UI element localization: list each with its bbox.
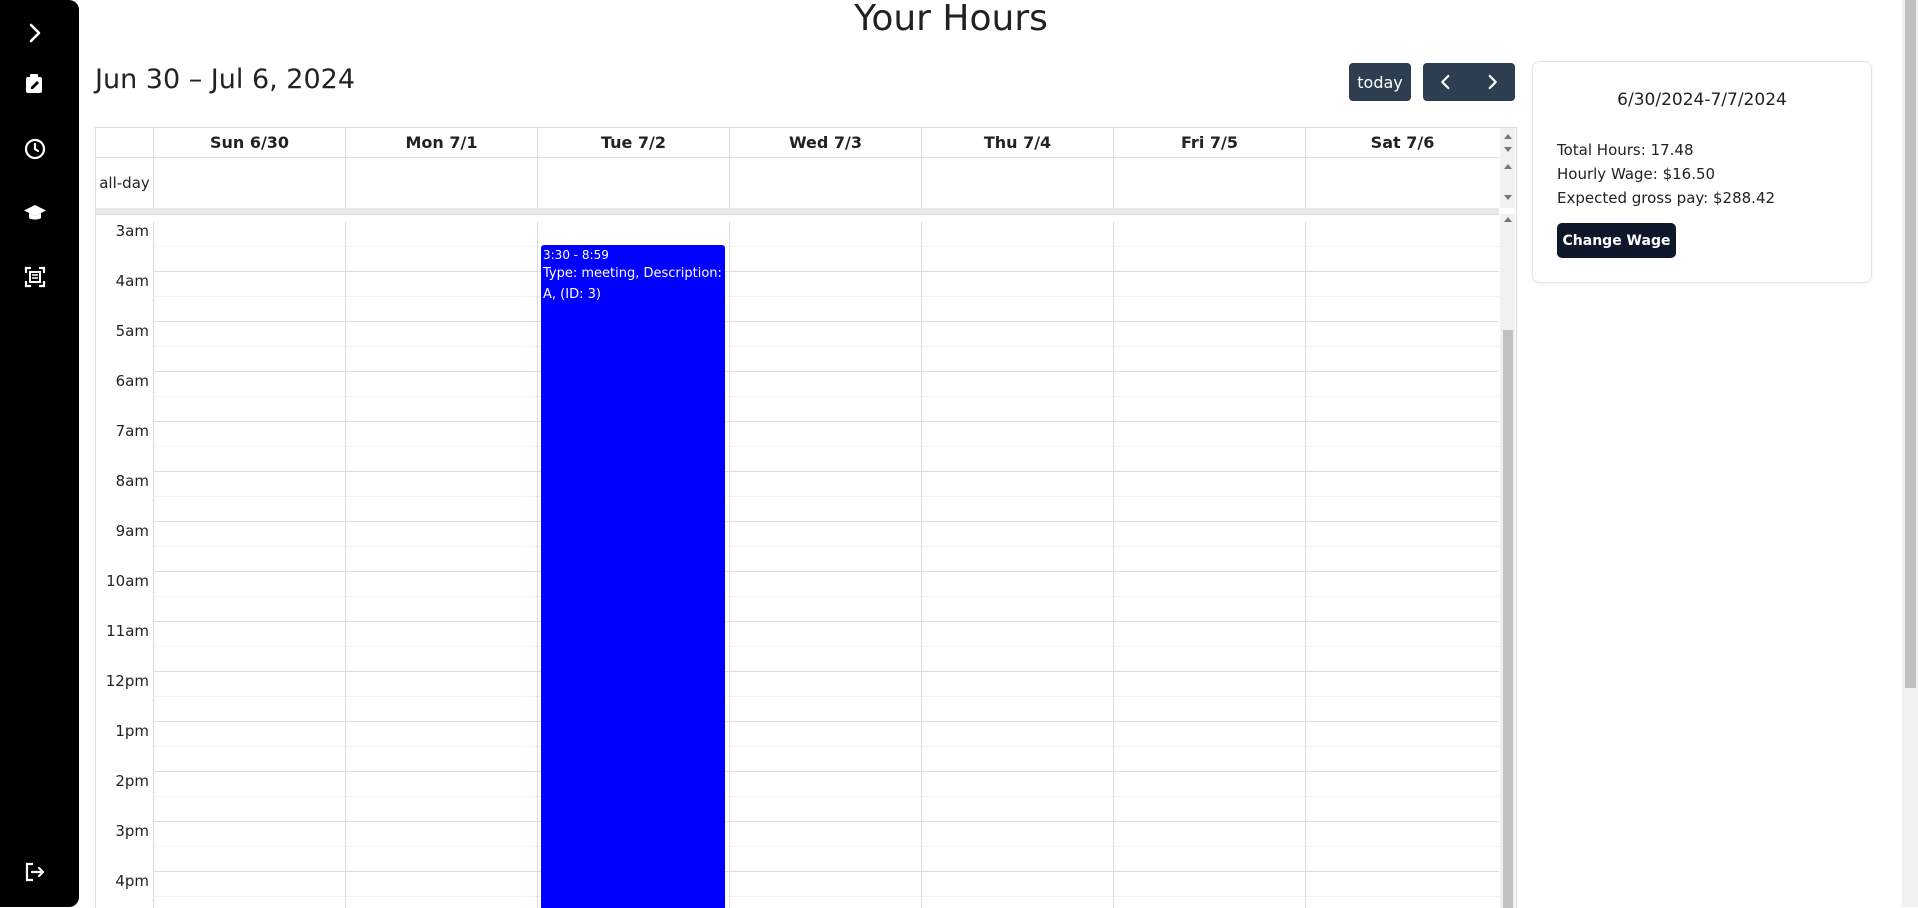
graduation-cap-icon[interactable]	[22, 200, 48, 226]
day-header: Fri 7/5	[1113, 128, 1305, 157]
next-button[interactable]	[1469, 63, 1515, 101]
grid-line	[153, 496, 1499, 497]
grid-line	[153, 646, 1499, 647]
clock-icon[interactable]	[22, 136, 48, 162]
summary-card: 6/30/2024-7/7/2024 Total Hours: 17.48 Ho…	[1532, 61, 1872, 283]
all-day-cell[interactable]	[1305, 158, 1499, 208]
scroll-up-arrow-icon[interactable]	[1504, 164, 1512, 169]
page-title-text: Your Hours	[854, 0, 1048, 39]
grid-line	[153, 421, 1499, 422]
grid-line	[153, 371, 1499, 372]
time-label: 9am	[115, 522, 149, 540]
grid-line	[153, 471, 1499, 472]
grid-line	[153, 671, 1499, 672]
grid-line	[153, 521, 1499, 522]
calendar-divider	[96, 208, 1499, 215]
edit-icon[interactable]	[22, 71, 48, 97]
time-label: 6am	[115, 372, 149, 390]
grid-line	[153, 296, 1499, 297]
scroll-down-arrow-icon[interactable]	[1504, 195, 1512, 200]
all-day-cell[interactable]	[921, 158, 1113, 208]
grid-line	[153, 271, 1499, 272]
prev-button[interactable]	[1423, 63, 1469, 101]
grid-line	[153, 846, 1499, 847]
grid-line	[153, 821, 1499, 822]
chevron-right-icon	[1488, 74, 1497, 90]
calendar-header: Sun 6/30 Mon 7/1 Tue 7/2 Wed 7/3 Thu 7/4…	[96, 128, 1499, 158]
week-calendar: Sun 6/30 Mon 7/1 Tue 7/2 Wed 7/3 Thu 7/4…	[95, 127, 1517, 908]
expected-gross-pay: Expected gross pay: $288.42	[1557, 189, 1776, 207]
time-label: 11am	[106, 622, 149, 640]
time-label: 3am	[115, 222, 149, 240]
grid-line	[153, 346, 1499, 347]
page-scrollbar[interactable]	[1902, 0, 1918, 907]
grid-line	[153, 596, 1499, 597]
time-label: 5am	[115, 322, 149, 340]
day-header: Thu 7/4	[921, 128, 1113, 157]
header-scrollbar[interactable]	[1500, 128, 1515, 208]
day-header: Tue 7/2	[537, 128, 729, 157]
time-slot: 4pm	[96, 871, 1499, 908]
nav-button-group	[1423, 63, 1515, 101]
grid-line	[153, 746, 1499, 747]
day-header: Sun 6/30	[153, 128, 345, 157]
grid-line	[153, 796, 1499, 797]
page-title: Your Hours	[0, 0, 1902, 39]
day-header: Sat 7/6	[1305, 128, 1499, 157]
all-day-cell[interactable]	[729, 158, 921, 208]
grid-line	[153, 396, 1499, 397]
grid-line	[153, 621, 1499, 622]
scroll-up-arrow-icon[interactable]	[1504, 134, 1512, 139]
grid-line	[153, 546, 1499, 547]
grid-line	[153, 446, 1499, 447]
day-header: Mon 7/1	[345, 128, 537, 157]
today-button[interactable]: today	[1349, 63, 1411, 101]
event-description: Type: meeting, Description: A, (ID: 3)	[543, 266, 722, 302]
all-day-label: all-day	[99, 174, 150, 192]
scroll-down-arrow-icon[interactable]	[1504, 147, 1512, 152]
logout-icon[interactable]	[22, 859, 48, 885]
grid-line	[153, 246, 1499, 247]
scroll-up-arrow-icon[interactable]	[1504, 217, 1512, 222]
grid-line	[153, 721, 1499, 722]
grid-line	[153, 771, 1499, 772]
event-time: 3:30 - 8:59	[543, 248, 609, 262]
all-day-cell[interactable]	[537, 158, 729, 208]
time-label: 8am	[115, 472, 149, 490]
time-label: 2pm	[115, 772, 149, 790]
scrollbar-thumb[interactable]	[1503, 330, 1513, 908]
all-day-cell[interactable]	[153, 158, 345, 208]
calendar-event[interactable]: 3:30 - 8:59 Type: meeting, Description: …	[541, 245, 725, 908]
time-label: 7am	[115, 422, 149, 440]
time-grid[interactable]: 3am 4am 5am 6am 7am 8am 9am 10am 11am 12…	[96, 221, 1499, 908]
time-label: 3pm	[115, 822, 149, 840]
date-range-title: Jun 30 – Jul 6, 2024	[95, 64, 356, 95]
grid-line	[153, 321, 1499, 322]
hourly-wage: Hourly Wage: $16.50	[1557, 165, 1716, 183]
sidebar	[0, 0, 79, 907]
time-label: 10am	[106, 572, 149, 590]
chevron-left-icon	[1441, 74, 1450, 90]
time-label: 4am	[115, 272, 149, 290]
summary-range: 6/30/2024-7/7/2024	[1617, 90, 1787, 110]
scan-icon[interactable]	[22, 264, 48, 290]
day-header: Wed 7/3	[729, 128, 921, 157]
time-label: 12pm	[105, 672, 149, 690]
grid-line	[153, 696, 1499, 697]
calendar-scrollbar[interactable]	[1500, 214, 1515, 908]
all-day-row: all-day	[96, 158, 1499, 209]
page-scrollbar-thumb[interactable]	[1905, 0, 1916, 688]
grid-line	[153, 871, 1499, 872]
time-label: 4pm	[115, 872, 149, 890]
grid-line	[153, 571, 1499, 572]
time-label: 1pm	[115, 722, 149, 740]
change-wage-button[interactable]: Change Wage	[1557, 223, 1676, 258]
grid-line	[153, 896, 1499, 897]
all-day-cell[interactable]	[345, 158, 537, 208]
total-hours: Total Hours: 17.48	[1557, 141, 1694, 159]
all-day-cell[interactable]	[1113, 158, 1305, 208]
